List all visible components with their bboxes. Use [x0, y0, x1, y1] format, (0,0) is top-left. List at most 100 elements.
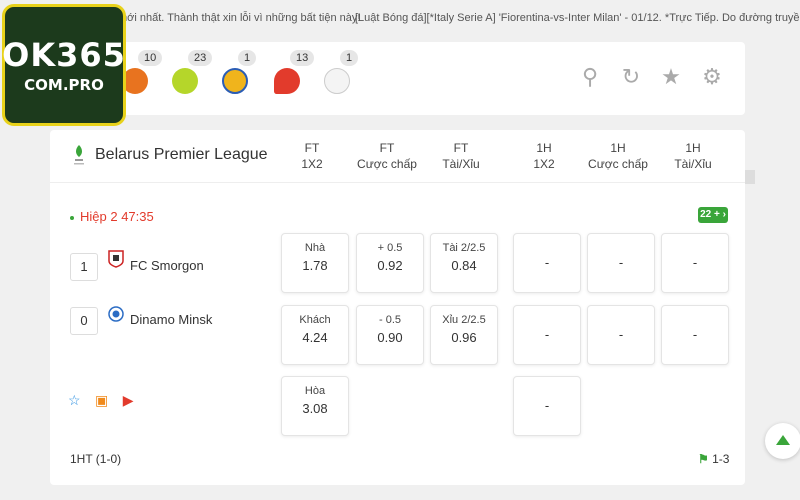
odd-label: Xỉu 2/2.5 — [442, 314, 486, 326]
odd-label: - 0.5 — [378, 314, 401, 326]
column-period: FT — [379, 141, 395, 155]
odd-label: Hòa — [304, 385, 326, 397]
sport-count-badge: 1 — [238, 50, 257, 66]
odd-label: Khách — [299, 314, 331, 326]
column-header-ft-1x2: FT 1X2 — [272, 140, 352, 172]
column-market: Tài/Xỉu — [674, 157, 712, 171]
column-header-1h-handicap: 1H Cược chấp — [578, 140, 658, 172]
home-score: 1 — [70, 253, 98, 281]
sport-count-badge: 13 — [290, 50, 315, 66]
odd-label: + 0.5 — [377, 242, 403, 254]
brand-logo[interactable]: OK365 COM.PRO — [2, 4, 126, 126]
odd-value: 3.08 — [302, 401, 328, 416]
odd-away-1x2[interactable]: Khách 4.24 — [281, 305, 349, 365]
column-header-ft-handicap: FT Cược chấp — [347, 140, 427, 172]
column-market: 1X2 — [533, 157, 555, 171]
fc-smorgon-logo-icon — [108, 250, 124, 268]
odd-value: 0.96 — [451, 330, 477, 345]
odd-label: Nhà — [304, 242, 326, 254]
odd-empty: - — [544, 398, 550, 413]
odd-empty: - — [692, 327, 698, 342]
odd-draw-1x2[interactable]: Hòa 3.08 — [281, 376, 349, 436]
ticker-text-right[interactable]: [Luật Bóng đá][*Italy Serie A] 'Fiorenti… — [355, 12, 800, 24]
volleyball-icon — [222, 68, 248, 94]
odd-empty: - — [544, 327, 550, 342]
odd-under[interactable]: Xỉu 2/2.5 0.96 — [430, 305, 498, 365]
column-period: FT — [304, 141, 320, 155]
arrow-up-icon — [776, 435, 790, 445]
odd-empty: - — [618, 255, 624, 270]
odd-empty: - — [544, 255, 550, 270]
odd-value: 0.90 — [377, 330, 403, 345]
odd-value: 1.78 — [302, 258, 328, 273]
league-header: Belarus Premier League FT 1X2 FT Cược ch… — [50, 130, 745, 183]
live-dot-icon — [70, 215, 74, 220]
odd-1h-draw-1x2[interactable]: - — [513, 376, 581, 436]
panel-collapse-handle[interactable] — [745, 170, 755, 184]
tennis-ball-icon — [172, 68, 198, 94]
table-tennis-icon — [274, 68, 300, 94]
scroll-to-top-button[interactable] — [765, 423, 800, 459]
match-actions: ☆ ▣ ▶ — [68, 392, 143, 410]
odd-1h-home-handicap[interactable]: - — [587, 233, 655, 293]
odd-empty: - — [692, 255, 698, 270]
more-markets-button[interactable]: 22 + › — [698, 207, 728, 223]
star-icon[interactable]: ★ — [658, 64, 684, 90]
logo-domain: COM.PRO — [24, 76, 104, 94]
sport-table-tennis[interactable]: 13 — [272, 50, 315, 94]
odd-1h-away-1x2[interactable]: - — [513, 305, 581, 365]
column-period: 1H — [610, 141, 626, 155]
sports-filter-bar: 10 23 1 13 1 ⚲ ↻ ★ ⚙ — [50, 42, 745, 115]
sport-volleyball[interactable]: 1 — [220, 50, 257, 94]
column-header-1h-1x2: 1H 1X2 — [504, 140, 584, 172]
match-live-status: Hiệp 2 47:35 — [70, 209, 154, 224]
odd-away-handicap[interactable]: - 0.5 0.90 — [356, 305, 424, 365]
halftime-score: 1HT (1-0) — [70, 452, 122, 466]
sport-baseball[interactable]: 1 — [322, 50, 359, 94]
odd-value: 4.24 — [302, 330, 328, 345]
sport-count-badge: 1 — [340, 50, 359, 66]
odd-1h-away-handicap[interactable]: - — [587, 305, 655, 365]
column-market: Cược chấp — [357, 157, 417, 171]
corner-flag-icon: ⚑ — [698, 452, 709, 466]
settings-icon[interactable]: ⚙ — [699, 64, 725, 90]
stats-icon[interactable]: ▣ — [95, 392, 108, 409]
odd-value: 0.92 — [377, 258, 403, 273]
odd-1h-home-1x2[interactable]: - — [513, 233, 581, 293]
column-period: 1H — [536, 141, 552, 155]
match-clock: Hiệp 2 47:35 — [80, 209, 154, 224]
league-logo-icon — [74, 145, 84, 165]
odd-empty: - — [618, 327, 624, 342]
column-market: Cược chấp — [588, 157, 648, 171]
odd-1h-over[interactable]: - — [661, 233, 729, 293]
home-team-name[interactable]: FC Smorgon — [130, 258, 204, 273]
corner-value: 1-3 — [712, 452, 730, 466]
sport-count-badge: 10 — [138, 50, 163, 66]
away-team-name[interactable]: Dinamo Minsk — [130, 312, 212, 327]
column-period: 1H — [685, 141, 701, 155]
logo-text: OK365 — [2, 36, 126, 74]
odd-value: 0.84 — [451, 258, 477, 273]
dinamo-minsk-logo-icon — [108, 306, 124, 322]
sport-count-badge: 23 — [188, 50, 213, 66]
league-panel: Belarus Premier League FT 1X2 FT Cược ch… — [50, 130, 745, 485]
baseball-icon — [324, 68, 350, 94]
column-market: Tài/Xỉu — [442, 157, 480, 171]
column-header-1h-over-under: 1H Tài/Xỉu — [653, 140, 733, 172]
column-header-ft-over-under: FT Tài/Xỉu — [421, 140, 501, 172]
league-name[interactable]: Belarus Premier League — [95, 146, 268, 164]
favorite-star-icon[interactable]: ☆ — [68, 392, 81, 409]
live-tv-icon[interactable]: ▶ — [123, 392, 134, 409]
corner-count: ⚑ 1-3 — [698, 452, 729, 466]
column-market: 1X2 — [301, 157, 323, 171]
odd-1h-under[interactable]: - — [661, 305, 729, 365]
odd-label: Tài 2/2.5 — [442, 242, 486, 254]
sport-tennis[interactable]: 23 — [170, 50, 213, 94]
away-score: 0 — [70, 307, 98, 335]
ticker-text-left: mới nhất. Thành thật xin lỗi vì những bấ… — [118, 12, 361, 24]
search-icon[interactable]: ⚲ — [577, 64, 603, 90]
odd-home-handicap[interactable]: + 0.5 0.92 — [356, 233, 424, 293]
refresh-icon[interactable]: ↻ — [618, 64, 644, 90]
odd-home-1x2[interactable]: Nhà 1.78 — [281, 233, 349, 293]
odd-over[interactable]: Tài 2/2.5 0.84 — [430, 233, 498, 293]
